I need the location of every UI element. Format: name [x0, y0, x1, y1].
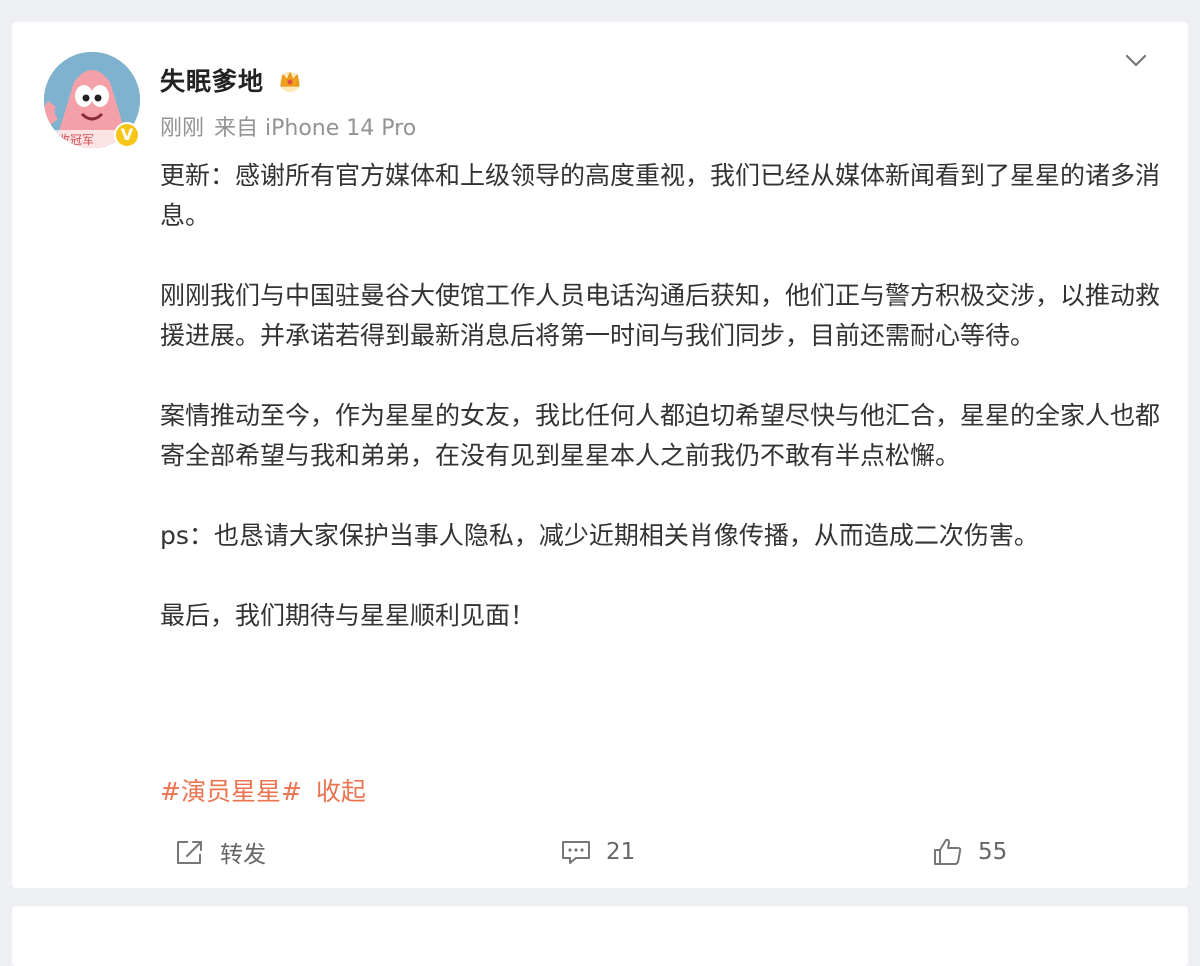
crown-icon — [280, 71, 300, 92]
post-paragraph: ps：也恳请大家保护当事人隐私，减少近期相关肖像传播，从而造成二次伤害。 — [160, 521, 1039, 550]
post-meta: 刚刚 来自 iPhone 14 Pro — [160, 110, 426, 142]
post-content: 更新：感谢所有官方媒体和上级领导的高度重视，我们已经从媒体新闻看到了星星的诸多消… — [160, 156, 1160, 676]
verified-badge-icon: V — [114, 122, 140, 148]
comment-icon — [562, 841, 590, 864]
chevron-down-icon[interactable] — [1122, 48, 1150, 72]
like-button[interactable]: 55 — [932, 832, 1007, 872]
hashtag-link[interactable]: #演员星星# — [160, 777, 302, 806]
post-tags: #演员星星# 收起 — [160, 772, 380, 808]
comment-count: 21 — [606, 839, 636, 865]
post-time[interactable]: 刚刚 — [160, 116, 204, 141]
collapse-link[interactable]: 收起 — [316, 777, 366, 806]
action-bar: 转发 21 55 — [0, 832, 1200, 872]
next-post-card — [12, 906, 1188, 966]
post-paragraph: 最后，我们期待与星星顺利见面！ — [160, 601, 536, 630]
thumbs-up-icon — [934, 838, 962, 865]
like-count: 55 — [978, 839, 1008, 865]
post-paragraph: 更新：感谢所有官方媒体和上级领导的高度重视，我们已经从媒体新闻看到了星星的诸多消… — [160, 161, 1161, 230]
post-source: 来自 iPhone 14 Pro — [214, 116, 417, 141]
post-paragraph: 刚刚我们与中国驻曼谷大使馆工作人员电话沟通后获知，他们正与警方积极交涉，以推动救… — [160, 281, 1161, 350]
repost-label: 转发 — [220, 842, 266, 868]
repost-icon — [177, 841, 202, 864]
repost-button[interactable]: 转发 — [174, 832, 266, 872]
post-paragraph: 案情推动至今，作为星星的女友，我比任何人都迫切希望尽快与他汇合，星星的全家人也都… — [160, 401, 1161, 470]
username[interactable]: 失眠爹地 — [160, 62, 264, 98]
comment-button[interactable]: 21 — [560, 832, 635, 872]
